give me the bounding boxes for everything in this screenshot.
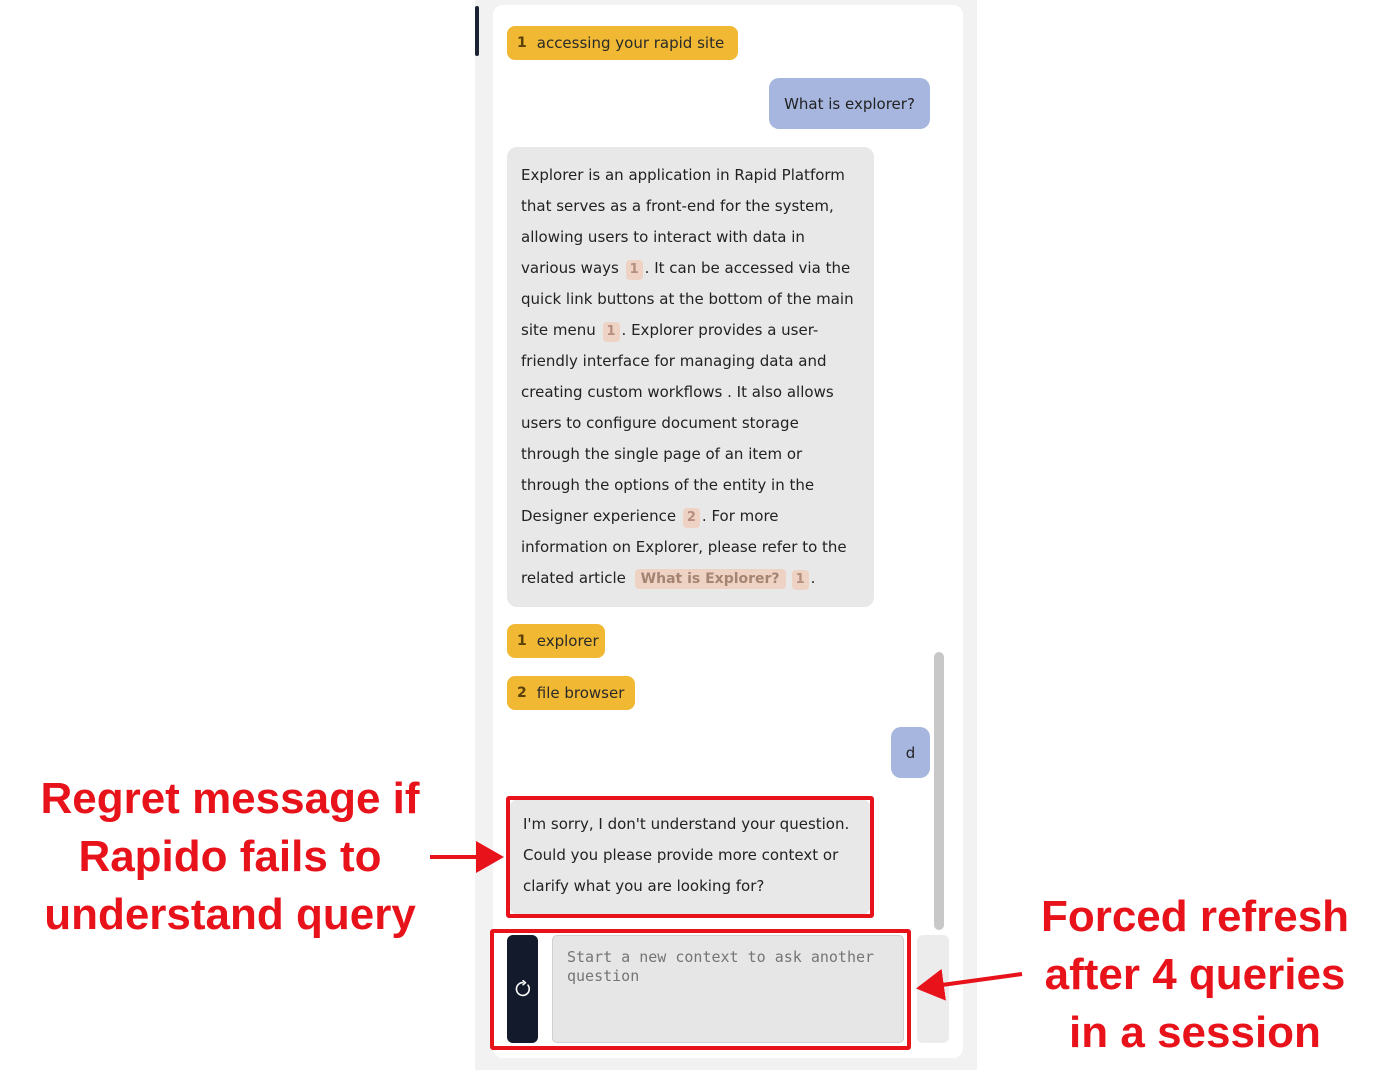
arrow-to-input bbox=[916, 968, 1023, 1001]
annotation-arrows bbox=[430, 841, 1023, 1001]
